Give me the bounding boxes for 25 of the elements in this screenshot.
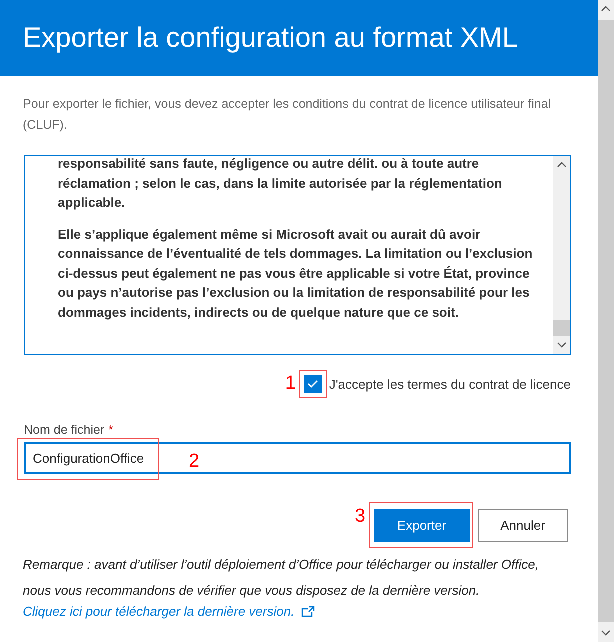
checkbox[interactable] [304,375,322,393]
highlight-frame [299,370,328,398]
checkmark-icon [307,379,320,389]
field-label: Nom de fichier [24,423,105,437]
download-link[interactable]: Cliquez ici pour télécharger la dernière version. [23,604,295,619]
external-link-icon [300,606,315,618]
cancel-button[interactable]: Annuler [478,509,568,542]
checkbox-label: J'accepte les termes du contrat de licence [329,376,571,392]
license-paragraph: responsabilité sans faute, négligence ou autre délit. ou à toute autre réclamation ; selon le cas, dans la limite autorisée par la réglementation applicable. [58,156,504,212]
note-text: Remarque : avant d’utiliser l’outil déploiement d’Office pour télécharger ou installer Office, nous vous recommandons de vérifier que vous disposez de la dernière version. [23,556,540,600]
license-text-box[interactable] [24,155,571,355]
callout-number: 3 [355,507,366,527]
instruction-text: Pour exporter le fichier, vous devez accepter les conditions du contrat de licence utilisateur final (CLUF). [23,96,552,134]
callout-number: 2 [189,452,200,472]
callout-number: 1 [285,374,296,394]
chevron-up-icon[interactable] [601,6,611,12]
required-mark: * [108,423,114,437]
license-paragraph: Elle s’applique également même si Microsoft avait ou aurait dû avoir connaissance de l’éventualité de tels dommages. La limitation ou l’exclusion ci-dessus peut également ne pas vous être applicable si votre État, province ou pays n’autorise pas l’exclusion ou la limitation de responsabilité pour les dommages incidents, indirects ou de quelque nature que ce soit. [58,226,534,322]
scrollbar-thumb[interactable] [553,320,570,336]
chevron-down-icon[interactable] [601,630,611,636]
chevron-down-icon[interactable] [556,342,566,348]
export-button[interactable]: Exporter [374,509,470,542]
chevron-up-icon[interactable] [556,162,566,168]
dialog-title: Exporter la configuration au format XML [23,22,518,54]
scrollbar[interactable] [553,156,570,354]
